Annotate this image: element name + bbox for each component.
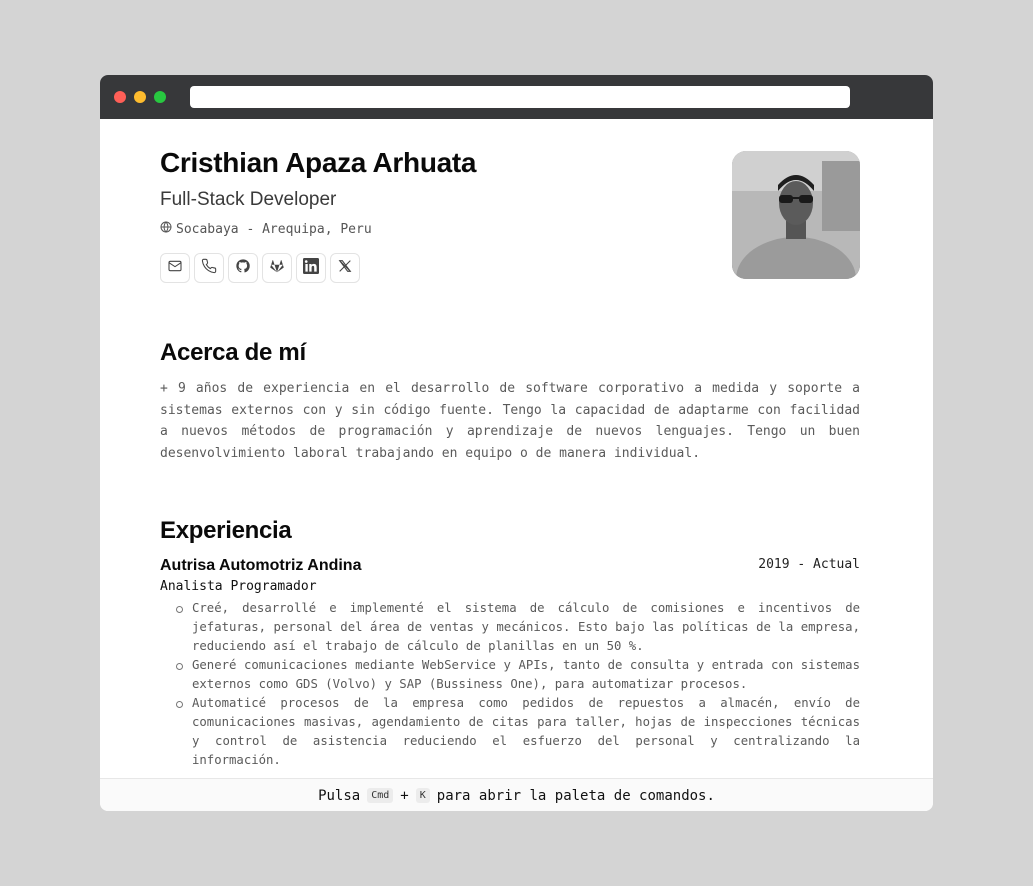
email-button[interactable] bbox=[160, 253, 190, 283]
window-titlebar bbox=[100, 75, 933, 119]
about-heading: Acerca de mí bbox=[160, 339, 306, 366]
address-bar[interactable] bbox=[190, 86, 850, 108]
avatar bbox=[732, 151, 860, 279]
zoom-window-button[interactable] bbox=[154, 91, 166, 103]
hint-suffix: para abrir la paleta de comandos. bbox=[436, 787, 715, 804]
linkedin-button[interactable] bbox=[296, 253, 326, 283]
close-window-button[interactable] bbox=[114, 91, 126, 103]
command-palette-hint: Pulsa Cmd + K para abrir la paleta de co… bbox=[100, 778, 933, 811]
k-key: K bbox=[415, 788, 430, 803]
globe-icon bbox=[160, 221, 172, 237]
phone-button[interactable] bbox=[194, 253, 224, 283]
social-links bbox=[160, 253, 360, 283]
list-item: Creé, desarrollé e implementé el sistema… bbox=[176, 599, 860, 656]
github-icon bbox=[235, 258, 251, 279]
experience-period: 2019 - Actual bbox=[758, 557, 860, 572]
profile-role: Full-Stack Developer bbox=[160, 189, 337, 210]
browser-window: Cristhian Apaza Arhuata Full-Stack Devel… bbox=[100, 75, 933, 811]
location-text: Socabaya - Arequipa, Peru bbox=[176, 221, 372, 237]
experience-company: Autrisa Automotriz Andina bbox=[160, 557, 362, 574]
hint-plus: + bbox=[400, 787, 409, 804]
github-button[interactable] bbox=[228, 253, 258, 283]
gitlab-button[interactable] bbox=[262, 253, 292, 283]
hint-prefix: Pulsa bbox=[318, 787, 361, 804]
profile-location[interactable]: Socabaya - Arequipa, Peru bbox=[160, 221, 372, 237]
experience-task-list: Creé, desarrollé e implementé el sistema… bbox=[176, 599, 860, 770]
linkedin-icon bbox=[303, 257, 319, 279]
mail-icon bbox=[167, 258, 183, 279]
profile-photo bbox=[732, 151, 860, 279]
x-icon bbox=[337, 258, 353, 279]
about-text: + 9 años de experiencia en el desarrollo… bbox=[160, 381, 860, 462]
minimize-window-button[interactable] bbox=[134, 91, 146, 103]
gitlab-icon bbox=[269, 258, 285, 279]
experience-position: Analista Programador bbox=[160, 579, 317, 594]
list-item: Generé comunicaciones mediante WebServic… bbox=[176, 656, 860, 694]
phone-icon bbox=[201, 258, 217, 279]
x-button[interactable] bbox=[330, 253, 360, 283]
profile-name: Cristhian Apaza Arhuata bbox=[160, 147, 477, 178]
experience-heading: Experiencia bbox=[160, 517, 292, 544]
list-item: Automaticé procesos de la empresa como p… bbox=[176, 694, 860, 770]
cmd-key: Cmd bbox=[367, 788, 394, 803]
